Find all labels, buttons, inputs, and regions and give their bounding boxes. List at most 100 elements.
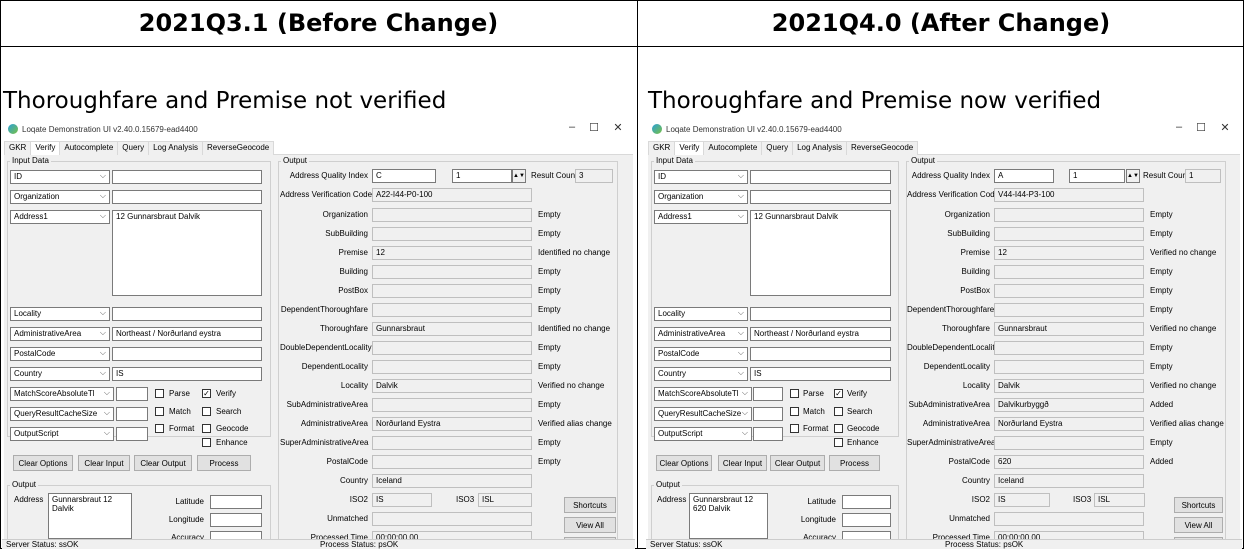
clear-output-button[interactable]: Clear Output: [770, 455, 825, 471]
shortcuts-button[interactable]: Shortcuts: [1174, 497, 1223, 513]
tab-gkr[interactable]: GKR: [648, 141, 676, 155]
query-cache-dropdown[interactable]: QueryResultCacheSize ⌵: [10, 407, 114, 421]
address-quality-index-input[interactable]: C: [372, 169, 436, 183]
field-premise-input[interactable]: 12: [372, 246, 532, 260]
longitude-input[interactable]: [210, 513, 262, 527]
geocode-checkbox[interactable]: [202, 424, 211, 433]
field-postbox-input[interactable]: [372, 284, 532, 298]
field-dependentthoroughfare-input[interactable]: [994, 303, 1144, 317]
clear-options-button[interactable]: Clear Options: [13, 455, 73, 471]
process-button[interactable]: Process: [829, 455, 880, 471]
locality-dropdown[interactable]: Locality ⌵: [10, 307, 110, 321]
query-cache-input[interactable]: [116, 407, 148, 421]
close-icon[interactable]: ✕: [1218, 121, 1232, 134]
field-subadministrativearea-input[interactable]: Dalvikurbyggð: [994, 398, 1144, 412]
unmatched-input[interactable]: [994, 512, 1144, 526]
tab-reversegeocode[interactable]: ReverseGeocode: [202, 141, 275, 155]
country-input[interactable]: IS: [750, 367, 891, 381]
address1-dropdown[interactable]: Address1 ⌵: [10, 210, 110, 224]
field-subbuilding-input[interactable]: [994, 227, 1144, 241]
output-script-dropdown[interactable]: OutputScript ⌵: [654, 427, 752, 441]
country-dropdown[interactable]: Country ⌵: [10, 367, 110, 381]
tab-reversegeocode[interactable]: ReverseGeocode: [846, 141, 919, 155]
minimize-icon[interactable]: –: [565, 121, 579, 133]
field-subbuilding-input[interactable]: [372, 227, 532, 241]
organization-input[interactable]: [112, 190, 262, 204]
id-dropdown[interactable]: ID ⌵: [654, 170, 748, 184]
tab-query[interactable]: Query: [117, 141, 150, 155]
field-doubledependentlocality-input[interactable]: [372, 341, 532, 355]
maximize-icon[interactable]: ☐: [587, 121, 601, 134]
enhance-checkbox[interactable]: [202, 438, 211, 447]
unmatched-input[interactable]: [372, 512, 532, 526]
query-cache-input[interactable]: [753, 407, 783, 421]
verify-checkbox[interactable]: ✓: [834, 389, 843, 398]
organization-dropdown[interactable]: Organization ⌵: [10, 190, 110, 204]
address1-dropdown[interactable]: Address1 ⌵: [654, 210, 748, 224]
field-superadministrativearea-input[interactable]: [372, 436, 532, 450]
administrative-area-input[interactable]: Northeast / Norðurland eystra: [750, 327, 891, 341]
format-checkbox[interactable]: [790, 424, 799, 433]
field-postalcode-input[interactable]: 620: [994, 455, 1144, 469]
clear-input-button[interactable]: Clear Input: [718, 455, 767, 471]
verify-checkbox[interactable]: ✓: [202, 389, 211, 398]
clear-output-button[interactable]: Clear Output: [134, 455, 192, 471]
locality-input[interactable]: [112, 307, 262, 321]
field-locality-input[interactable]: Dalvik: [372, 379, 532, 393]
administrative-area-input[interactable]: Northeast / Norðurland eystra: [112, 327, 262, 341]
field-superadministrativearea-input[interactable]: [994, 436, 1144, 450]
tab-verify[interactable]: Verify: [674, 141, 705, 155]
query-cache-dropdown[interactable]: QueryResultCacheSize ⌵: [654, 407, 752, 421]
country-input[interactable]: IS: [112, 367, 262, 381]
iso2-input[interactable]: IS: [994, 493, 1050, 507]
field-dependentlocality-input[interactable]: [372, 360, 532, 374]
postal-code-input[interactable]: [750, 347, 891, 361]
address-quality-index-input[interactable]: A: [994, 169, 1054, 183]
organization-input[interactable]: [750, 190, 891, 204]
field-country-input[interactable]: Iceland: [994, 474, 1144, 488]
field-thoroughfare-input[interactable]: Gunnarsbraut: [372, 322, 532, 336]
latitude-input[interactable]: [210, 495, 262, 509]
locality-dropdown[interactable]: Locality ⌵: [654, 307, 748, 321]
match-score-input[interactable]: [753, 387, 783, 401]
field-building-input[interactable]: [994, 265, 1144, 279]
administrative-area-dropdown[interactable]: AdministrativeArea ⌵: [10, 327, 110, 341]
field-organization-input[interactable]: [994, 208, 1144, 222]
postal-code-input[interactable]: [112, 347, 262, 361]
address-verification-code-input[interactable]: A22-I44-P0-100: [372, 188, 532, 202]
spinner-arrows-icon[interactable]: ▲▼: [512, 169, 526, 183]
tab-autocomplete[interactable]: Autocomplete: [703, 141, 763, 155]
field-dependentlocality-input[interactable]: [994, 360, 1144, 374]
field-thoroughfare-input[interactable]: Gunnarsbraut: [994, 322, 1144, 336]
iso2-input[interactable]: IS: [372, 493, 432, 507]
tab-log-analysis[interactable]: Log Analysis: [148, 141, 203, 155]
longitude-input[interactable]: [842, 513, 891, 527]
view-all-button[interactable]: View All: [1174, 517, 1223, 533]
search-checkbox[interactable]: [202, 407, 211, 416]
field-doubledependentlocality-input[interactable]: [994, 341, 1144, 355]
locality-input[interactable]: [750, 307, 891, 321]
field-locality-input[interactable]: Dalvik: [994, 379, 1144, 393]
result-count-input[interactable]: 1: [1185, 169, 1221, 183]
output-script-input[interactable]: [116, 427, 148, 441]
field-postbox-input[interactable]: [994, 284, 1144, 298]
match-checkbox[interactable]: [155, 407, 164, 416]
field-country-input[interactable]: Iceland: [372, 474, 532, 488]
tab-autocomplete[interactable]: Autocomplete: [59, 141, 119, 155]
search-checkbox[interactable]: [834, 407, 843, 416]
clear-options-button[interactable]: Clear Options: [656, 455, 712, 471]
postal-code-dropdown[interactable]: PostalCode ⌵: [654, 347, 748, 361]
close-icon[interactable]: ✕: [611, 121, 625, 134]
postal-code-dropdown[interactable]: PostalCode ⌵: [10, 347, 110, 361]
output-script-input[interactable]: [753, 427, 783, 441]
format-checkbox[interactable]: [155, 424, 164, 433]
minimize-icon[interactable]: –: [1172, 121, 1186, 133]
output-script-dropdown[interactable]: OutputScript ⌵: [10, 427, 114, 441]
result-spinner-input[interactable]: 1: [1069, 169, 1125, 183]
field-premise-input[interactable]: 12: [994, 246, 1144, 260]
match-score-dropdown[interactable]: MatchScoreAbsoluteTl ⌵: [654, 387, 752, 401]
latitude-input[interactable]: [842, 495, 891, 509]
address1-textarea[interactable]: 12 Gunnarsbraut Dalvik: [112, 210, 262, 296]
country-dropdown[interactable]: Country ⌵: [654, 367, 748, 381]
iso3-input[interactable]: ISL: [1094, 493, 1145, 507]
